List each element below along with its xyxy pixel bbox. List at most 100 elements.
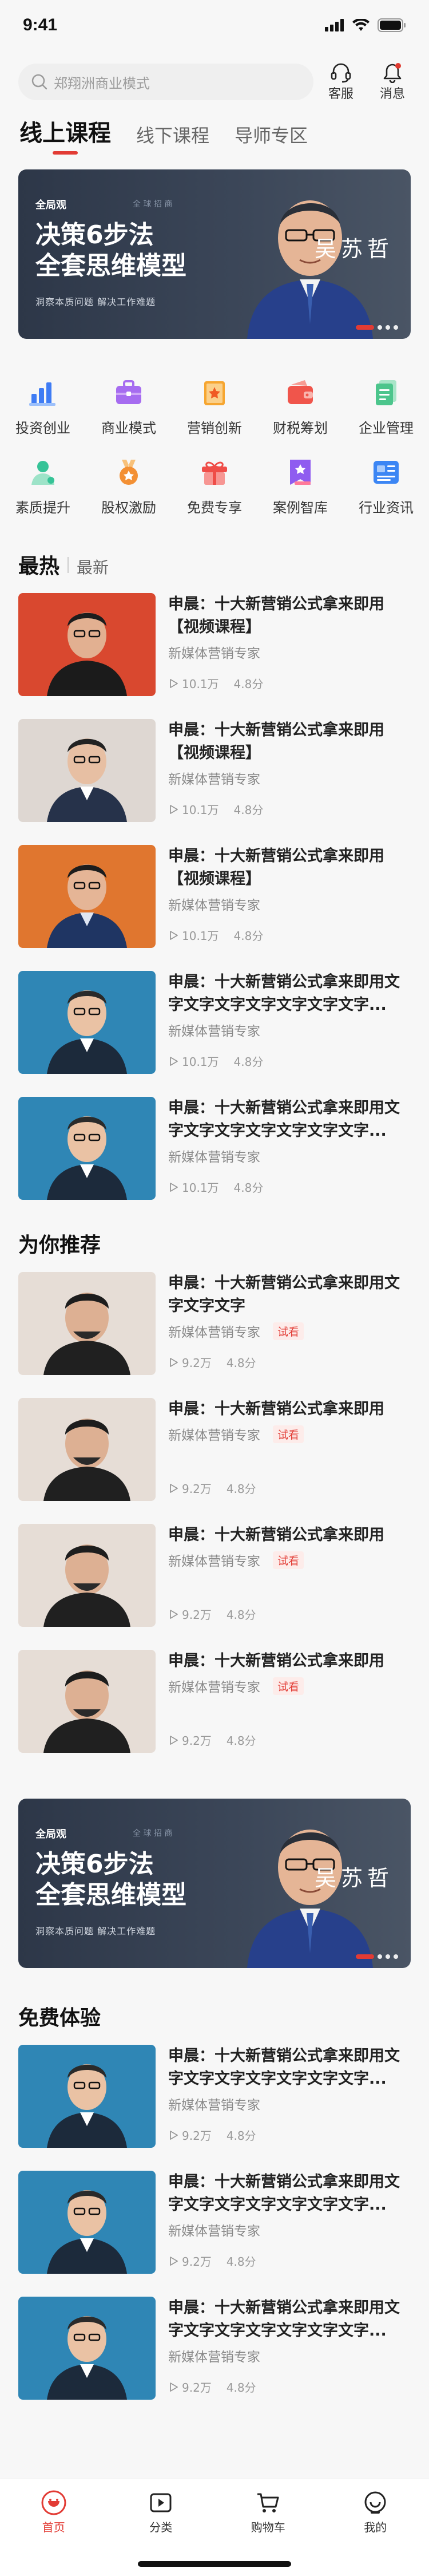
tabbar-profile[interactable]: 我的 xyxy=(341,2490,410,2535)
course-title: 申晨：十大新营销公式拿来即用【视频课程】 xyxy=(168,595,384,636)
play-icon xyxy=(168,678,178,689)
play-icon xyxy=(168,804,178,815)
course-title: 申晨：十大新营销公式拿来即用【视频课程】 xyxy=(168,847,384,888)
course-score: 4.8分 xyxy=(226,2129,256,2143)
author-label: 新媒体营销专家 xyxy=(168,2224,260,2239)
category-icon xyxy=(148,2490,174,2516)
cart-icon xyxy=(255,2490,281,2516)
course-author: 新媒体营销专家 试看 xyxy=(168,1550,411,1570)
category-label: 商业模式 xyxy=(101,420,156,436)
play-icon xyxy=(168,1357,178,1368)
course-thumbnail xyxy=(18,1272,156,1375)
banner-title-1: 决策6步法 xyxy=(35,1850,154,1879)
list-item[interactable]: 申晨：十大新营销公式拿来即用 新媒体营销专家 试看 9.2万 4.8分 xyxy=(0,1398,429,1524)
play-count: 10.1万 xyxy=(182,1055,219,1069)
tab-mentor-zone[interactable]: 导师专区 xyxy=(235,121,308,155)
category-free[interactable]: 免费专享 xyxy=(172,454,257,516)
author-label: 新媒体营销专家 xyxy=(168,646,260,661)
tab-newest[interactable]: 最新 xyxy=(77,555,109,578)
author-label: 新媒体营销专家 xyxy=(168,772,260,787)
list-item[interactable]: 申晨：十大新营销公式拿来即用 新媒体营销专家 试看 9.2万 4.8分 xyxy=(0,1524,429,1650)
course-thumbnail xyxy=(18,1097,156,1200)
play-count: 10.1万 xyxy=(182,1181,219,1195)
course-score: 4.8分 xyxy=(226,1356,256,1370)
category-equity[interactable]: 股权激励 xyxy=(86,454,172,516)
lecturer-name: 吴苏哲 xyxy=(314,236,394,262)
category-quality[interactable]: 素质提升 xyxy=(0,454,86,516)
category-management[interactable]: 企业管理 xyxy=(343,374,429,437)
course-author: 新媒体营销专家 试看 xyxy=(168,1424,411,1444)
list-item[interactable]: 申晨：十大新营销公式拿来即用文字文字文字文字文字文字文字... 新媒体营销专家 … xyxy=(0,2171,429,2297)
course-meta: 10.1万 4.8分 xyxy=(168,801,263,817)
promo-banner-2[interactable]: 全局观 全 球 招 商 决策6步法 全套思维模型 洞察本质问题 解决工作难题 吴… xyxy=(18,1799,411,1968)
gift-icon xyxy=(196,454,233,491)
list-item[interactable]: 申晨：十大新营销公式拿来即用文字文字文字 新媒体营销专家 试看 9.2万 4.8分 xyxy=(0,1272,429,1398)
message-button[interactable]: 消息 xyxy=(368,62,416,102)
course-thumbnail xyxy=(18,2171,156,2274)
category-label: 企业管理 xyxy=(359,420,414,436)
search-placeholder: 郑翔洲商业模式 xyxy=(54,75,150,92)
course-score: 4.8分 xyxy=(226,1734,256,1748)
hot-list: 申晨：十大新营销公式拿来即用【视频课程】 新媒体营销专家 10.1万 4.8分 … xyxy=(0,593,429,1223)
course-meta: 9.2万 4.8分 xyxy=(168,1480,256,1496)
course-title: 申晨：十大新营销公式拿来即用 xyxy=(168,1400,384,1418)
bar-chart-icon xyxy=(25,374,61,411)
status-bar: 9:41 xyxy=(0,0,429,50)
category-marketing[interactable]: 营销创新 xyxy=(172,374,257,437)
category-news[interactable]: 行业资讯 xyxy=(343,454,429,516)
tab-offline-course[interactable]: 线下课程 xyxy=(136,121,209,155)
course-score: 4.8分 xyxy=(233,929,264,943)
list-item[interactable]: 申晨：十大新营销公式拿来即用文字文字文字文字文字文字文字... 新媒体营销专家 … xyxy=(0,2045,429,2171)
list-item[interactable]: 申晨：十大新营销公式拿来即用 新媒体营销专家 试看 9.2万 4.8分 xyxy=(0,1650,429,1776)
divider xyxy=(67,557,69,573)
course-title: 申晨：十大新营销公式拿来即用文字文字文字文字文字文字文字... xyxy=(168,2173,400,2214)
category-label: 财税筹划 xyxy=(273,420,328,436)
list-item[interactable]: 申晨：十大新营销公式拿来即用文字文字文字文字文字文字文字... 新媒体营销专家 … xyxy=(0,2297,429,2423)
promo-banner[interactable]: 全局观 全 球 招 商 决策6步法 全套思维模型 洞察本质问题 解决工作难题 吴… xyxy=(18,169,411,339)
course-score: 4.8分 xyxy=(233,1181,264,1195)
course-thumbnail xyxy=(18,593,156,696)
list-item[interactable]: 申晨：十大新营销公式拿来即用文字文字文字文字文字文字文字... 新媒体营销专家 … xyxy=(0,971,429,1097)
home-indicator xyxy=(138,2561,291,2567)
list-item[interactable]: 申晨：十大新营销公式拿来即用【视频课程】 新媒体营销专家 10.1万 4.8分 xyxy=(0,593,429,719)
search-input[interactable]: 郑翔洲商业模式 xyxy=(18,64,313,100)
author-label: 新媒体营销专家 xyxy=(168,898,260,913)
tabbar-home[interactable]: 首页 xyxy=(19,2490,88,2535)
banner-tagline: 全局观 xyxy=(35,1828,66,1840)
category-business-model[interactable]: 商业模式 xyxy=(86,374,172,437)
course-title: 申晨：十大新营销公式拿来即用 xyxy=(168,1526,384,1544)
tabbar-cart[interactable]: 购物车 xyxy=(234,2490,303,2535)
banner-subtag: 全 球 招 商 xyxy=(133,200,173,209)
play-icon xyxy=(168,1483,178,1494)
tabbar-category[interactable]: 分类 xyxy=(126,2490,195,2535)
play-icon xyxy=(168,2382,178,2392)
tab-hottest[interactable]: 最热 xyxy=(18,550,59,579)
course-score: 4.8分 xyxy=(226,1608,256,1622)
medal-icon xyxy=(110,454,147,491)
recommend-list: 申晨：十大新营销公式拿来即用文字文字文字 新媒体营销专家 试看 9.2万 4.8分… xyxy=(0,1272,429,1776)
battery-icon xyxy=(378,18,406,32)
course-title: 申晨：十大新营销公式拿来即用文字文字文字文字文字文字文字... xyxy=(168,2047,400,2088)
tab-online-course[interactable]: 线上课程 xyxy=(19,114,111,155)
course-info: 申晨：十大新营销公式拿来即用文字文字文字文字文字文字文字... 新媒体营销专家 … xyxy=(168,2045,411,2148)
list-item[interactable]: 申晨：十大新营销公式拿来即用【视频课程】 新媒体营销专家 10.1万 4.8分 xyxy=(0,845,429,971)
list-item[interactable]: 申晨：十大新营销公式拿来即用【视频课程】 新媒体营销专家 10.1万 4.8分 xyxy=(0,719,429,845)
author-label: 新媒体营销专家 xyxy=(168,1680,260,1695)
list-item[interactable]: 申晨：十大新营销公式拿来即用文字文字文字文字文字文字文字... 新媒体营销专家 … xyxy=(0,1097,429,1223)
category-cases[interactable]: 案例智库 xyxy=(257,454,343,516)
author-label: 新媒体营销专家 xyxy=(168,1024,260,1039)
banner-tagline: 全局观 xyxy=(35,199,66,211)
course-meta: 10.1万 4.8分 xyxy=(168,1179,263,1195)
category-tax[interactable]: 财税筹划 xyxy=(257,374,343,437)
headset-icon xyxy=(330,62,352,84)
tabbar-label: 购物车 xyxy=(251,2520,285,2534)
course-info: 申晨：十大新营销公式拿来即用 新媒体营销专家 试看 9.2万 4.8分 xyxy=(168,1650,411,1753)
category-invest[interactable]: 投资创业 xyxy=(0,374,86,437)
play-count: 9.2万 xyxy=(182,2255,212,2269)
course-meta: 9.2万 4.8分 xyxy=(168,2253,256,2269)
category-label: 营销创新 xyxy=(187,420,242,436)
course-score: 4.8分 xyxy=(233,1055,264,1069)
customer-service-button[interactable]: 客服 xyxy=(317,62,365,102)
message-label: 消息 xyxy=(379,87,405,101)
section-title: 为你推荐 xyxy=(18,1234,101,1257)
